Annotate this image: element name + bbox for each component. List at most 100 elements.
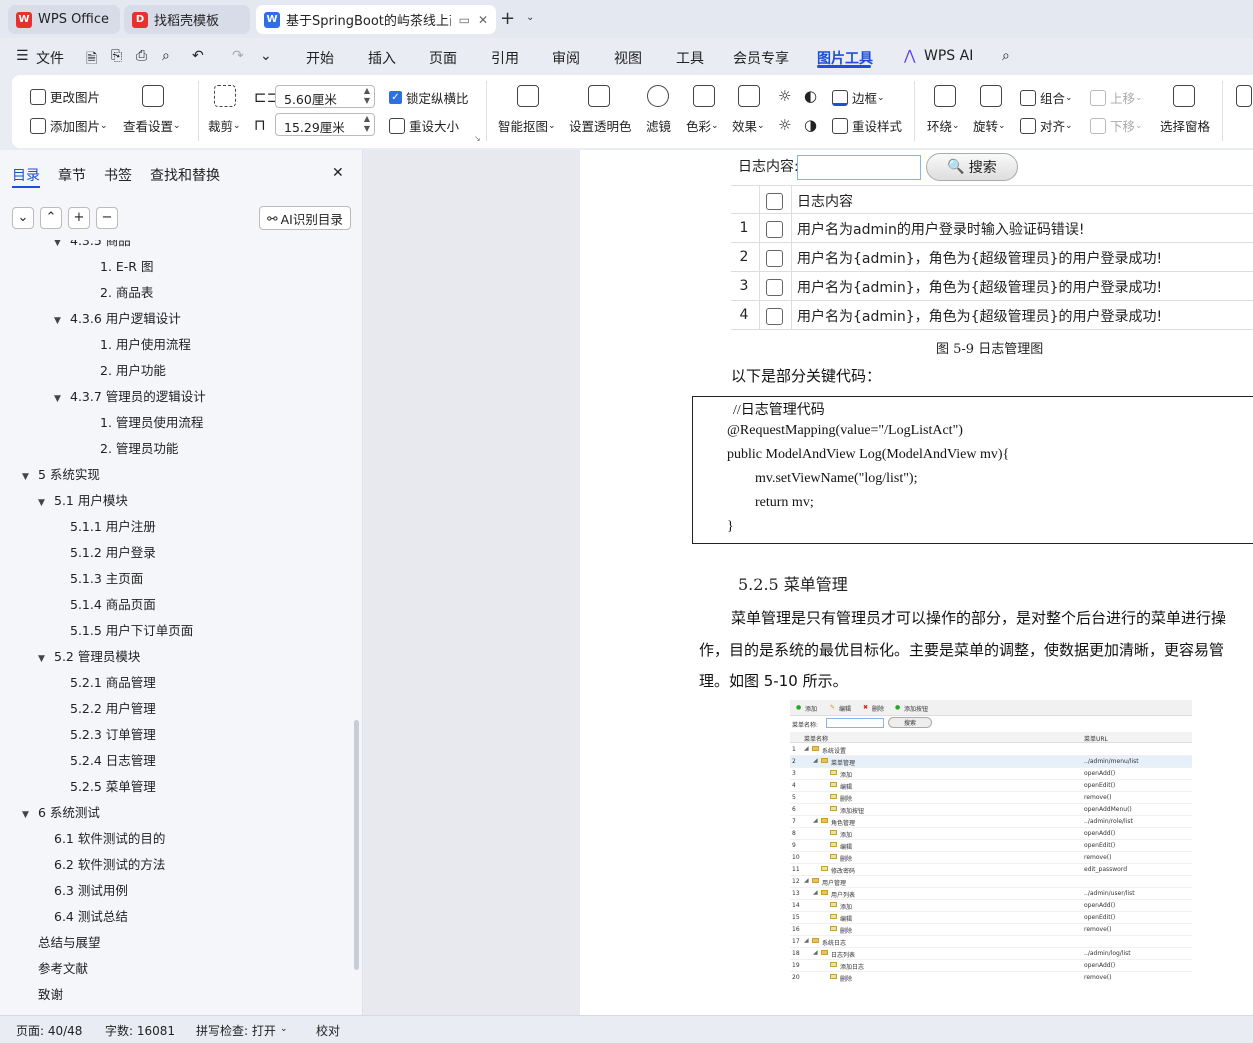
stepper-icon[interactable]: ▲ ▼ (364, 86, 370, 106)
toc-item[interactable]: 2. 用户功能 (100, 360, 166, 379)
search-icon[interactable]: ⌕ (1002, 48, 1010, 64)
toc-item[interactable]: ▼ 5.1 用户模块 (38, 490, 128, 509)
bring-forward-button[interactable]: 上移 ⌄ (1090, 88, 1143, 107)
set-transparent-button[interactable]: 设置透明色 (569, 116, 632, 135)
minus-icon[interactable]: − (96, 207, 118, 229)
expand-triangle-icon[interactable]: ▼ (54, 394, 66, 404)
toc-item[interactable]: ▼ 4.3.5 商品 (54, 240, 131, 249)
toc-item[interactable]: 5.1.2 用户登录 (70, 542, 156, 561)
toc-item[interactable]: 2. 管理员功能 (100, 438, 178, 457)
menu-member[interactable]: 会员专享 (733, 48, 789, 68)
color-button[interactable]: 色彩 ⌄ (686, 116, 719, 135)
toc-item[interactable]: ▼ 6 系统测试 (22, 802, 100, 821)
print-preview-icon[interactable]: ⌕ (162, 48, 170, 64)
chevron-down-icon[interactable]: ⌄ (280, 1024, 288, 1034)
toc-item[interactable]: ▼ 5.2 管理员模块 (38, 646, 140, 665)
rotate-button[interactable]: 旋转 ⌄ (973, 116, 1006, 135)
undo-icon[interactable]: ↶ (192, 48, 204, 64)
spell-check[interactable]: 拼写检查: 打开 (196, 1022, 276, 1039)
contrast-up-icon[interactable]: ◐ (804, 87, 817, 105)
toc-item[interactable]: 5.2.5 菜单管理 (70, 776, 156, 795)
close-icon[interactable]: ✕ (332, 165, 344, 181)
crop-button[interactable]: 裁剪 ⌄ (208, 116, 241, 135)
chevron-down-icon[interactable]: ⌄ (12, 207, 34, 229)
selection-pane-button[interactable]: 选择窗格 (1160, 116, 1210, 135)
effects-button[interactable]: 效果 ⌄ (732, 116, 765, 135)
close-icon[interactable]: ✕ (478, 13, 488, 27)
toc-item[interactable]: ▼ 4.3.7 管理员的逻辑设计 (54, 386, 206, 405)
reset-style-button[interactable]: 重设样式 (832, 116, 902, 135)
toc-item[interactable]: 6.4 测试总结 (54, 906, 128, 925)
tab-chapters[interactable]: 章节 (58, 165, 86, 185)
chevron-up-icon[interactable]: ⌃ (40, 207, 62, 229)
toc-item[interactable]: 5.1.3 主页面 (70, 568, 143, 587)
reset-size-button[interactable]: 重设大小 (389, 116, 459, 135)
align-button[interactable]: 对齐 ⌄ (1020, 116, 1073, 135)
expand-triangle-icon[interactable]: ▼ (38, 498, 50, 508)
expand-triangle-icon[interactable]: ▼ (54, 240, 66, 248)
menu-view[interactable]: 视图 (614, 48, 642, 68)
expand-triangle-icon[interactable]: ▼ (54, 316, 66, 326)
scrollbar[interactable] (354, 720, 359, 970)
brightness-down-icon[interactable]: ☼ (778, 116, 791, 134)
chevron-down-icon[interactable]: ⌄ (526, 12, 534, 23)
tab-docer[interactable]: D 找稻壳模板 (124, 5, 250, 34)
send-backward-button[interactable]: 下移 ⌄ (1090, 116, 1143, 135)
ai-toc-button[interactable]: ⚯ AI识别目录 (259, 206, 351, 230)
proofread[interactable]: 校对 (316, 1022, 340, 1039)
menu-review[interactable]: 审阅 (552, 48, 580, 68)
print-icon[interactable]: ⎙ (136, 48, 147, 64)
toc-item[interactable]: 6.3 测试用例 (54, 880, 128, 899)
group-button[interactable]: 组合 ⌄ (1020, 88, 1073, 107)
toc-item[interactable]: 5.2.2 用户管理 (70, 698, 156, 717)
toc-item[interactable]: 1. 管理员使用流程 (100, 412, 203, 431)
filter-button[interactable]: 滤镜 (646, 116, 671, 135)
save-icon[interactable]: 🗎 (86, 48, 97, 72)
expand-triangle-icon[interactable]: ▼ (22, 810, 34, 820)
wrap-button[interactable]: 环绕 ⌄ (927, 116, 960, 135)
new-tab-icon[interactable]: + (500, 8, 515, 29)
height-input[interactable]: 15.29厘米 ▲ ▼ (275, 113, 375, 136)
expand-triangle-icon[interactable]: ▼ (22, 472, 34, 482)
tab-wps-office[interactable]: W WPS Office (8, 5, 120, 34)
toc-item[interactable]: 5.2.4 日志管理 (70, 750, 156, 769)
menu-references[interactable]: 引用 (491, 48, 519, 68)
toc-item[interactable]: 参考文献 (38, 958, 88, 977)
menu-home[interactable]: 开始 (306, 48, 334, 68)
lock-ratio-checkbox[interactable]: ✓ 锁定纵横比 (389, 88, 469, 107)
contrast-down-icon[interactable]: ◑ (804, 116, 817, 134)
toc-item[interactable]: 6.2 软件测试的方法 (54, 854, 165, 873)
toc-item[interactable]: 1. 用户使用流程 (100, 334, 191, 353)
redo-icon[interactable]: ↷ (232, 48, 244, 64)
toc-item[interactable]: 5.1.4 商品页面 (70, 594, 156, 613)
toc-item[interactable]: ▼ 5 系统实现 (22, 464, 100, 483)
add-picture-button[interactable]: 添加图片 ⌄ (30, 116, 108, 135)
hamburger-icon[interactable]: ☰ (16, 48, 29, 64)
tab-bookmarks[interactable]: 书签 (104, 165, 132, 185)
menu-page[interactable]: 页面 (429, 48, 457, 68)
tab-toc[interactable]: 目录 (12, 165, 40, 185)
page-count[interactable]: 页面: 40/48 (16, 1022, 82, 1039)
chevron-down-icon[interactable]: ⌄ (260, 48, 272, 64)
menu-file[interactable]: 文件 (36, 48, 64, 68)
toc-item[interactable]: 1. E-R 图 (100, 256, 153, 275)
menu-insert[interactable]: 插入 (368, 48, 396, 68)
word-count[interactable]: 字数: 16081 (105, 1022, 175, 1039)
width-input[interactable]: 5.60厘米 ▲ ▼ (275, 85, 375, 108)
toc-item[interactable]: 5.2.3 订单管理 (70, 724, 156, 743)
dialog-launcher-icon[interactable]: ↘ (474, 134, 481, 143)
menu-management-figure[interactable]: ● 添加 ✎ 编辑 ✖ 删除 ● 添加按钮 菜单名称: 搜索 菜单名称 菜单UR… (790, 700, 1192, 983)
export-icon[interactable]: ⎘ (111, 48, 122, 64)
stepper-icon[interactable]: ▲ ▼ (364, 114, 370, 134)
tab-document[interactable]: W 基于SpringBoot的屿茶线上商 ▭ ✕ (256, 5, 496, 34)
menu-wps-ai[interactable]: WPS AI (924, 48, 973, 64)
change-picture-button[interactable]: 更改图片 (30, 87, 100, 106)
toc-item[interactable]: 致谢 (38, 984, 63, 1003)
toc-item[interactable]: 2. 商品表 (100, 282, 153, 301)
more-tools-icon[interactable] (1236, 85, 1252, 107)
toc-item[interactable]: 5.1.1 用户注册 (70, 516, 156, 535)
menu-tools[interactable]: 工具 (676, 48, 704, 68)
monitor-icon[interactable]: ▭ (459, 13, 470, 27)
brightness-up-icon[interactable]: ☼ (778, 87, 791, 105)
toc-item[interactable]: 5.1.5 用户下订单页面 (70, 620, 193, 639)
